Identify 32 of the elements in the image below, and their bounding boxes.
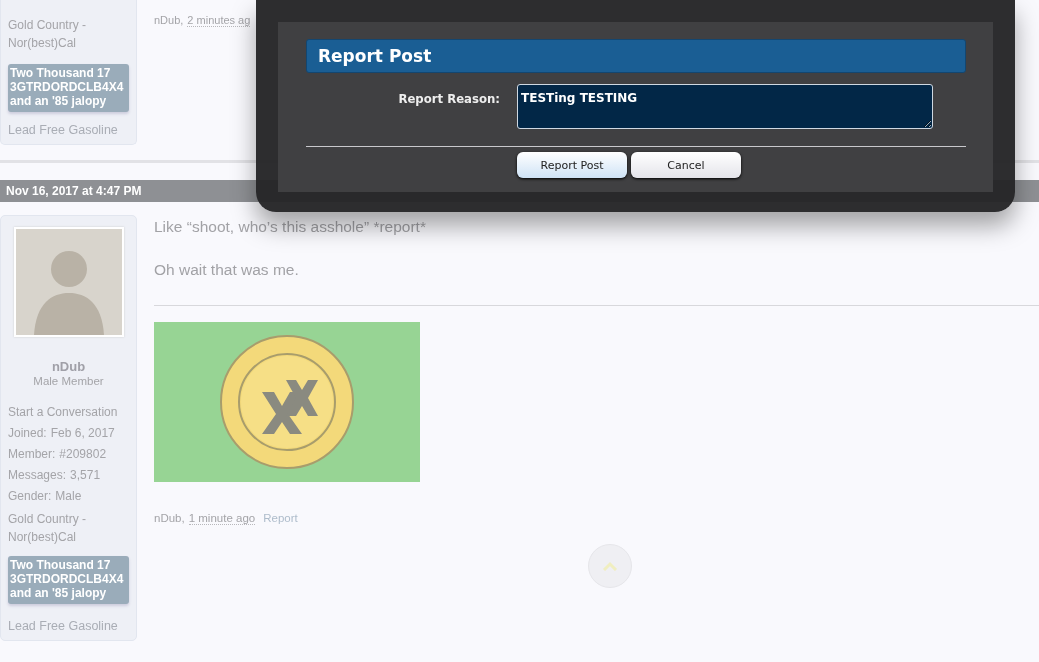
stat-value: Male	[55, 489, 82, 503]
stat-label: Member:	[8, 447, 56, 461]
stat-label: Gender:	[8, 489, 52, 503]
stat-value: Feb 6, 2017	[50, 426, 115, 440]
user-banner: Two Thousand 17 3GTRDORDCLB4X4 and an '85 jalopy	[8, 64, 129, 112]
user-title: Male Member	[32, 375, 105, 387]
post-author[interactable]: nDub,	[154, 512, 185, 524]
message-text: Oh wait that was me.	[154, 260, 300, 280]
report-reason-field[interactable]: TESTing TESTING	[517, 84, 933, 129]
start-conversation-link[interactable]: Start a Conversation	[8, 405, 129, 419]
field-label: Report Reason:	[397, 90, 501, 106]
user-tagline: Lead Free Gasoline	[8, 618, 119, 634]
stat-value: #209802	[59, 447, 107, 461]
post-author[interactable]: nDub,	[154, 14, 184, 26]
user-location: Gold Country - Nor(best)Cal	[8, 17, 88, 52]
user-tagline: Lead Free Gasoline	[8, 122, 119, 138]
message-text: Like “shoot, who’s this asshole” *report*	[154, 217, 427, 237]
stat-label: Messages:	[8, 468, 67, 482]
scroll-to-top-button[interactable]	[588, 544, 632, 588]
chevron-up-icon	[602, 561, 618, 571]
user-location: Gold Country - Nor(best)Cal	[8, 511, 88, 546]
stat-label: Joined:	[8, 426, 47, 440]
report-post-button[interactable]: Report Post	[517, 152, 627, 178]
avatar[interactable]	[13, 227, 124, 337]
report-link[interactable]: Report	[263, 512, 298, 524]
cancel-button[interactable]: Cancel	[631, 152, 741, 178]
stat-value: 3,571	[70, 468, 101, 482]
post-time: 1 minute ago	[188, 512, 256, 525]
user-banner: Two Thousand 17 3GTRDORDCLB4X4 and an '85 jalopy	[8, 556, 129, 604]
username[interactable]: nDub	[8, 359, 129, 374]
dialog-title: Report Post	[306, 39, 966, 73]
post-time: 2 minutes ag	[187, 14, 251, 27]
